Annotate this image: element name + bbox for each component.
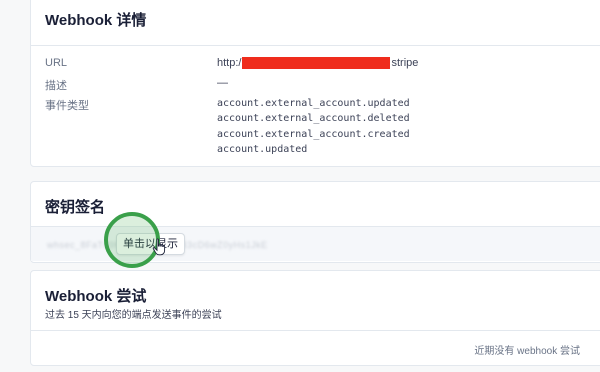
url-value: http:/ stripe [217,57,419,70]
event-type-item: account.external_account.updated [217,98,410,109]
empty-state-text: 近期没有 webhook 尝试 [474,346,580,357]
description-value: — [217,77,228,89]
url-redaction [242,57,391,70]
url-suffix: stripe [391,57,419,69]
webhook-attempts-title: Webhook 尝试 [45,288,147,305]
event-type-item: account.external_account.deleted [217,113,410,125]
event-types-label: 事件类型 [45,100,89,112]
hand-cursor-icon [152,238,166,256]
url-label: URL [45,57,68,69]
divider [31,330,600,331]
webhook-details-title: Webhook 详情 [45,12,147,29]
page: Webhook 详情 URL http:/ stripe 描述 — 事件类型 ac… [0,0,600,372]
description-label: 描述 [45,80,67,92]
event-types-list: account.external_account.updated account… [217,96,410,157]
webhook-details-card: Webhook 详情 URL http:/ stripe 描述 — 事件类型 ac… [30,0,600,167]
webhook-attempts-subtitle: 过去 15 天内向您的端点发送事件的尝试 [45,310,222,321]
url-prefix: http:/ [217,57,242,69]
event-type-item: account.updated [217,143,308,155]
signing-secret-title: 密钥签名 [45,199,106,216]
event-type-item: account.external_account.created [217,128,410,140]
divider [31,45,600,46]
webhook-attempts-card: Webhook 尝试 过去 15 天内向您的端点发送事件的尝试 近期没有 web… [30,270,600,366]
